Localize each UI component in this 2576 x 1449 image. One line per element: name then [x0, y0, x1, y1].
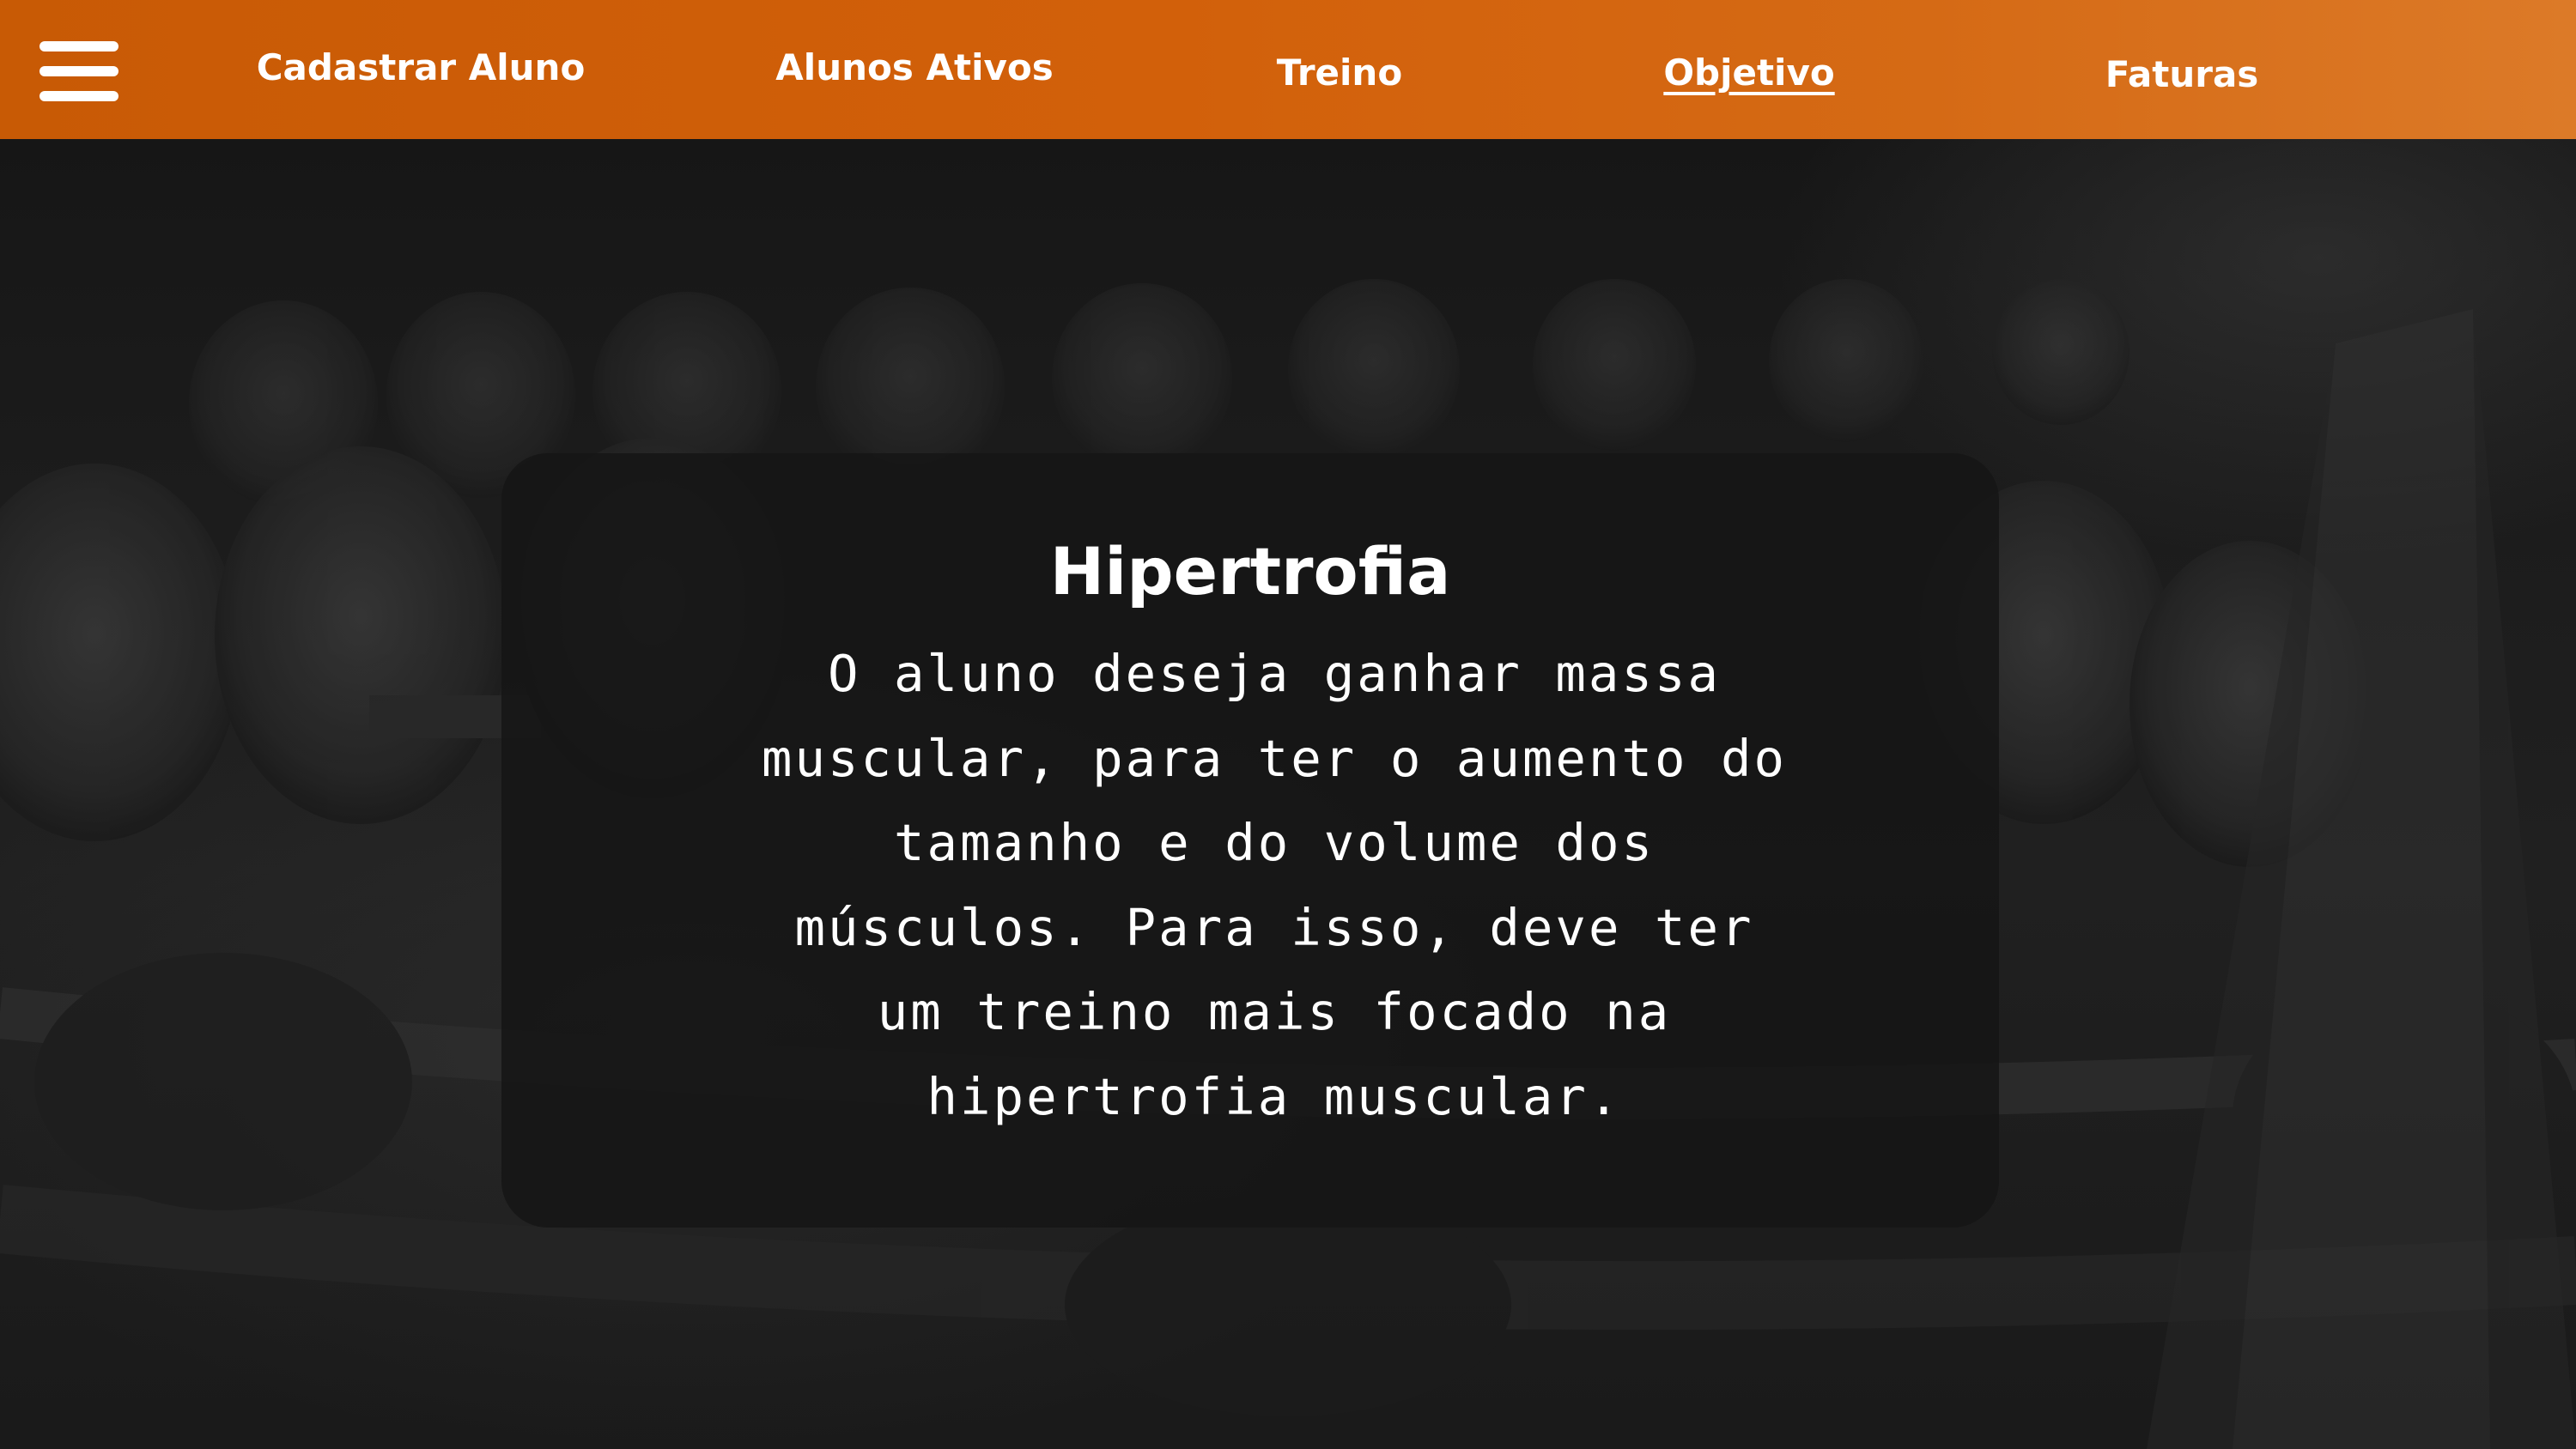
menu-icon-line — [39, 66, 118, 76]
nav-link-objetivo[interactable]: Objetivo — [1663, 43, 1834, 103]
nav-link-cadastrar-aluno[interactable]: Cadastrar Aluno — [257, 38, 586, 98]
hamburger-menu-icon[interactable] — [39, 41, 118, 101]
menu-icon-line — [39, 41, 118, 52]
menu-icon-line — [39, 91, 118, 101]
nav-link-treino[interactable]: Treino — [1277, 43, 1402, 103]
objective-title: Hipertrofia — [1049, 533, 1451, 609]
nav-link-alunos-ativos[interactable]: Alunos Ativos — [775, 38, 1053, 98]
objective-description: O aluno deseja ganhar massa muscular, pa… — [761, 644, 1788, 1126]
nav-link-faturas[interactable]: Faturas — [2105, 45, 2259, 105]
objective-card: Hipertrofia O aluno deseja ganhar massa … — [501, 453, 1999, 1228]
top-navigation-bar: Cadastrar Aluno Alunos Ativos Treino Obj… — [0, 0, 2576, 139]
